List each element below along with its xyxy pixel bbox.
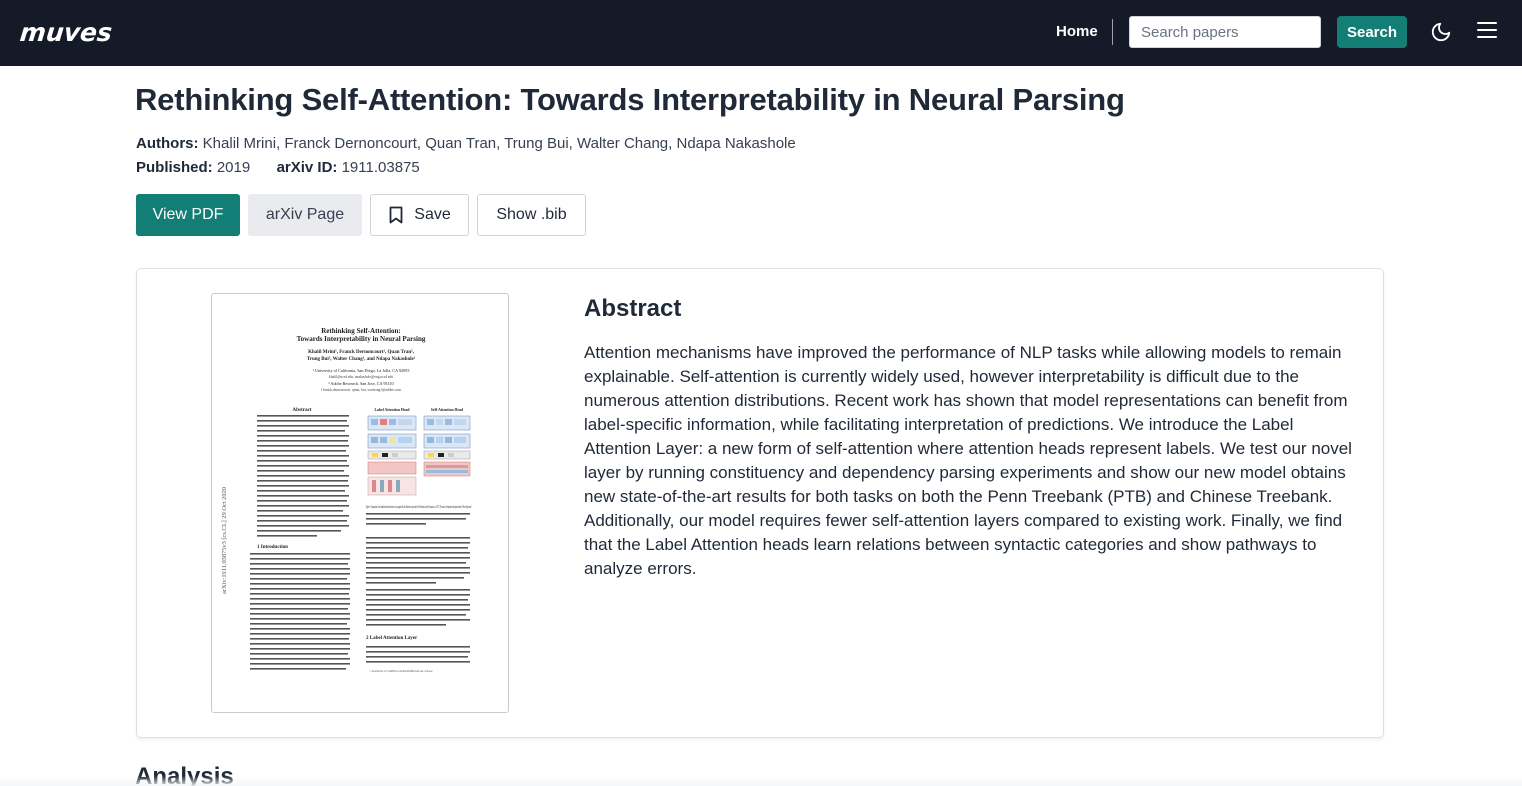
published-value: 2019 <box>216 159 251 176</box>
authors-value: Khalil Mrini, Franck Dernoncourt, Quan T… <box>202 135 796 152</box>
thumb-affil2-email: {franck.dernoncourt, qtran, bui, wachang… <box>321 388 401 393</box>
thumb-title-line1: Rethinking Self-Attention: <box>321 327 401 335</box>
arxiv-id-value: 1911.03875 <box>341 159 420 176</box>
published-label: Published: <box>136 159 213 176</box>
bottom-fade <box>0 776 1522 786</box>
arxiv-page-button[interactable]: arXiv Page <box>248 194 362 236</box>
thumb-section-intro: 1 Introduction <box>257 545 288 550</box>
thumb-figure-caption: Figure 1: Comparison of the attention he… <box>366 505 472 510</box>
thumb-section-lal: 2 Label Attention Layer <box>366 636 418 641</box>
save-button-label: Save <box>414 206 451 223</box>
thumb-footnote: ¹ Available at: GitHub.com/KhalilMrini/L… <box>370 669 433 673</box>
arxiv-id-label: arXiv ID: <box>276 159 338 176</box>
nav-home-link[interactable]: Home <box>1056 22 1098 42</box>
thumb-fig-head-label: Label Attention Head <box>374 408 410 412</box>
search-input[interactable] <box>1129 16 1321 48</box>
thumb-affil1: ¹ University of California, San Diego, L… <box>313 368 410 374</box>
thumb-authors-line1: Khalil Mrini¹, Franck Dernoncourt², Quan… <box>308 349 414 355</box>
show-bib-button[interactable]: Show .bib <box>477 194 586 236</box>
thumb-authors-line2: Trung Bui², Walter Chang², and Ndapa Nak… <box>307 356 416 362</box>
paper-thumbnail[interactable]: Rethinking Self-Attention: Towards Inter… <box>211 293 509 713</box>
save-button[interactable]: Save <box>370 194 469 236</box>
thumb-fig-head-self: Self-Attention Head <box>431 408 464 412</box>
published-row: Published: 2019 arXiv ID: 1911.03875 <box>136 158 420 178</box>
thumb-figure <box>367 415 471 496</box>
top-navbar: muves Home Search <box>0 0 1522 66</box>
hamburger-menu-icon[interactable] <box>1476 20 1498 40</box>
thumb-side-stamp: arXiv:1911.03875v3 [cs.CL] 29 Oct 2020 <box>221 487 228 594</box>
site-logo[interactable]: muves <box>18 18 114 48</box>
bookmark-icon <box>389 206 403 224</box>
thumb-title-line2: Towards Interpretability in Neural Parsi… <box>297 335 426 343</box>
view-pdf-button[interactable]: View PDF <box>136 194 240 236</box>
thumb-affil2: ² Adobe Research, San Jose, CA 95110 <box>328 381 393 387</box>
thumb-abstract-heading: Abstract <box>292 407 312 413</box>
abstract-text: Attention mechanisms have improved the p… <box>584 343 1352 578</box>
authors-label: Authors: <box>136 135 199 152</box>
paper-title: Rethinking Self-Attention: Towards Inter… <box>135 82 1125 117</box>
nav-divider <box>1112 19 1113 45</box>
thumb-affil1-email: khalil@ucsd.edu, nnakashole@eng.ucsd.edu <box>329 375 393 380</box>
authors-row: Authors: Khalil Mrini, Franck Dernoncour… <box>136 134 796 154</box>
search-button[interactable]: Search <box>1337 16 1407 48</box>
moon-icon[interactable] <box>1430 21 1452 43</box>
abstract-heading: Abstract <box>584 295 682 322</box>
